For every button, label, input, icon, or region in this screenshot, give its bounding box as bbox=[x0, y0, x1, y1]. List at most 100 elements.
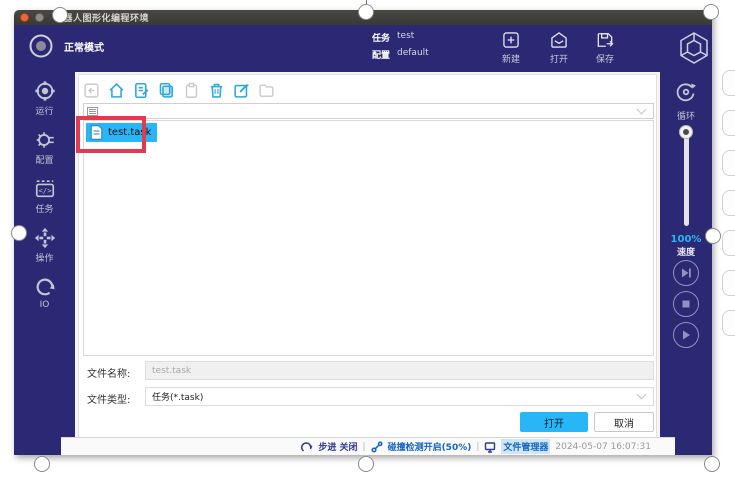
left-sidebar: 运行 配置 </> 任务 bbox=[14, 72, 75, 455]
step-mode-icon bbox=[301, 441, 313, 453]
sidebar-io-label: IO bbox=[40, 300, 50, 310]
sidebar-item-task[interactable]: </> 任务 bbox=[14, 178, 75, 215]
config-icon bbox=[34, 129, 56, 151]
file-list[interactable]: test.task bbox=[83, 120, 654, 356]
edge-cutoff-button bbox=[722, 190, 735, 216]
open-task-button[interactable]: 打开 bbox=[536, 30, 582, 65]
file-name-input[interactable]: test.task bbox=[145, 361, 654, 380]
status-divider: | bbox=[363, 442, 366, 452]
file-open-dialog: test.task 文件名称: test.task 文件类型: 任务(*.tas… bbox=[78, 74, 657, 445]
status-bar: 步进 关闭 | 碰撞检测开启(50%) | 文件管理器 2024-05-07 1… bbox=[61, 437, 675, 455]
mode-circle-icon bbox=[28, 33, 54, 59]
trash-icon[interactable] bbox=[208, 82, 225, 99]
file-name: test.task bbox=[108, 127, 151, 138]
new-file-icon bbox=[501, 30, 521, 50]
open-file-icon bbox=[549, 30, 569, 50]
file-type-select[interactable]: 任务(*.task) bbox=[145, 387, 654, 406]
step-to-end-button[interactable] bbox=[673, 260, 699, 286]
sidebar-task-label: 任务 bbox=[35, 205, 53, 215]
annotation-handle[interactable] bbox=[703, 4, 719, 20]
step-to-end-icon bbox=[679, 266, 693, 280]
cancel-button[interactable]: 取消 bbox=[594, 412, 654, 432]
stop-button[interactable] bbox=[673, 291, 699, 317]
file-manager-icon bbox=[484, 441, 496, 453]
save-task-label: 保存 bbox=[596, 55, 614, 65]
edge-cutoff-button bbox=[722, 270, 735, 296]
task-icon: </> bbox=[34, 178, 56, 200]
back-icon[interactable] bbox=[83, 82, 100, 99]
app-header: 正常模式 任务 test 配置 default 新建 bbox=[14, 25, 712, 72]
run-icon bbox=[34, 80, 56, 102]
paste-icon[interactable] bbox=[183, 82, 200, 99]
edge-cutoff-button bbox=[722, 70, 735, 96]
sidebar-run-label: 运行 bbox=[35, 107, 53, 117]
folder-icon[interactable] bbox=[258, 82, 275, 99]
rename-icon[interactable] bbox=[233, 82, 250, 99]
list-view-icon bbox=[87, 107, 98, 116]
task-file-icon bbox=[90, 125, 103, 140]
status-timestamp: 2024-05-07 16:07:31 bbox=[555, 442, 651, 452]
task-row: 任务 test bbox=[372, 31, 414, 44]
new-task-button[interactable]: 新建 bbox=[488, 30, 534, 65]
task-label: 任务 bbox=[372, 31, 390, 44]
home-icon[interactable] bbox=[108, 82, 125, 99]
sidebar-item-config[interactable]: 配置 bbox=[14, 129, 75, 166]
edge-cutoff-button bbox=[722, 110, 735, 136]
sidebar-item-run[interactable]: 运行 bbox=[14, 80, 75, 117]
loop-icon bbox=[674, 80, 698, 104]
play-button[interactable] bbox=[673, 322, 699, 348]
play-icon bbox=[679, 328, 693, 342]
speed-slider-track[interactable] bbox=[684, 130, 689, 226]
collision-detect-icon bbox=[371, 441, 383, 453]
config-value: default bbox=[397, 48, 429, 61]
stop-icon bbox=[679, 297, 693, 311]
annotation-handle[interactable] bbox=[358, 456, 374, 472]
mode-indicator: 正常模式 bbox=[28, 33, 104, 59]
bottom-right-corner bbox=[675, 437, 712, 455]
file-manager-button[interactable]: 文件管理器 bbox=[501, 439, 550, 454]
speed-slider-knob[interactable] bbox=[679, 125, 693, 139]
loop-label: 循环 bbox=[660, 109, 712, 122]
brand-logo-icon bbox=[678, 31, 710, 65]
collision-detect-status[interactable]: 碰撞检测开启(50%) bbox=[388, 440, 472, 453]
dialog-toolbar bbox=[83, 79, 275, 101]
annotation-handle[interactable] bbox=[358, 4, 374, 20]
open-task-label: 打开 bbox=[550, 55, 568, 65]
operate-icon bbox=[34, 227, 56, 249]
file-type-value: 任务(*.task) bbox=[152, 390, 203, 403]
chevron-down-icon bbox=[637, 390, 647, 400]
window-minimize-button[interactable] bbox=[35, 13, 44, 22]
svg-text:</>: </> bbox=[38, 186, 52, 195]
copy-icon[interactable] bbox=[158, 82, 175, 99]
main-content: test.task 文件名称: test.task 文件类型: 任务(*.tas… bbox=[75, 72, 660, 447]
config-label: 配置 bbox=[372, 48, 390, 61]
right-sidebar: 循环 100% 速度 bbox=[660, 72, 712, 455]
file-name-label: 文件名称: bbox=[87, 365, 130, 380]
window-close-button[interactable] bbox=[20, 13, 29, 22]
app-window: 机器人图形化编程环境 正常模式 任务 test 配置 default bbox=[14, 10, 712, 455]
sidebar-item-io[interactable]: IO bbox=[14, 276, 75, 310]
annotation-handle[interactable] bbox=[11, 225, 27, 241]
task-value: test bbox=[397, 31, 414, 44]
screenshot-stage: 机器人图形化编程环境 正常模式 任务 test 配置 default bbox=[0, 0, 735, 483]
edge-cutoff-button bbox=[722, 230, 735, 256]
io-icon bbox=[34, 276, 56, 298]
config-row: 配置 default bbox=[372, 48, 429, 61]
path-combobox[interactable] bbox=[83, 103, 654, 119]
chevron-down-icon bbox=[637, 104, 647, 114]
annotation-handle[interactable] bbox=[705, 228, 721, 244]
save-task-button[interactable]: 保存 bbox=[582, 30, 628, 65]
step-mode-status[interactable]: 步进 关闭 bbox=[318, 440, 357, 453]
new-doc-icon[interactable] bbox=[133, 82, 150, 99]
loop-toggle[interactable]: 循环 bbox=[660, 80, 712, 122]
status-divider: | bbox=[476, 442, 479, 452]
edge-cutoff-button bbox=[722, 310, 735, 336]
annotation-handle[interactable] bbox=[52, 7, 68, 23]
annotation-handle[interactable] bbox=[34, 456, 50, 472]
sidebar-config-label: 配置 bbox=[35, 156, 53, 166]
file-list-item-selected[interactable]: test.task bbox=[86, 123, 157, 142]
mode-label: 正常模式 bbox=[64, 39, 104, 54]
window-title: 机器人图形化编程环境 bbox=[54, 11, 149, 24]
open-button[interactable]: 打开 bbox=[520, 412, 588, 432]
annotation-handle[interactable] bbox=[704, 456, 720, 472]
